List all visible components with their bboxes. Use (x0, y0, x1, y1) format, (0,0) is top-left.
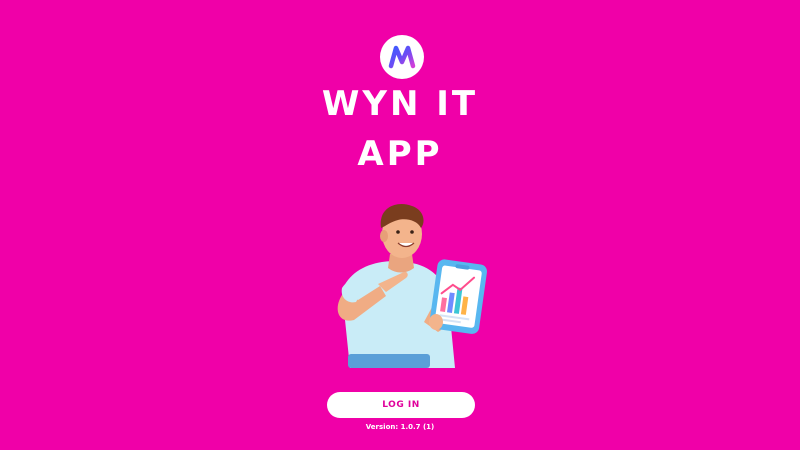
login-button[interactable]: LOG IN (327, 392, 475, 418)
wyn-it-logo-icon (388, 45, 416, 69)
app-title-line1: WYN IT (321, 84, 479, 124)
app-logo (380, 35, 424, 79)
version-label: Version: 1.0.7 (1) (365, 423, 435, 431)
app-title-line2: APP (357, 134, 443, 174)
man-with-chart-tablet-illustration (337, 204, 488, 368)
